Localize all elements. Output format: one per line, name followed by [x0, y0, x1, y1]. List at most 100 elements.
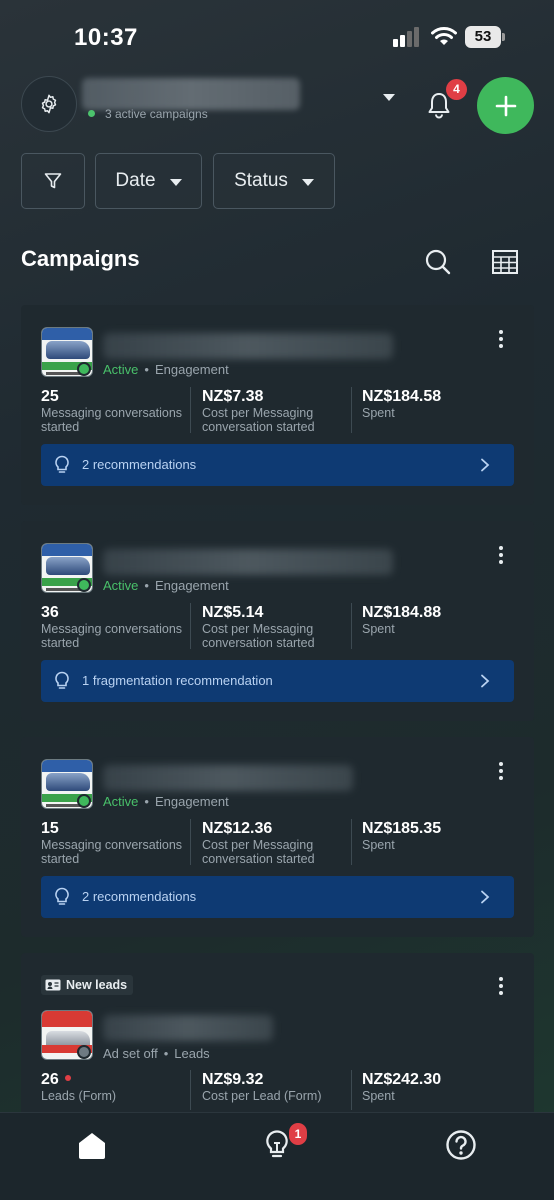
more-options-icon[interactable]	[491, 975, 511, 997]
recommendations-button[interactable]: 2 recommendations	[41, 876, 514, 918]
recommendations-button[interactable]: 2 recommendations	[41, 444, 514, 486]
metric-value: NZ$184.88	[362, 604, 442, 621]
campaign-status: Active	[103, 794, 139, 809]
metric-value: NZ$184.58	[362, 388, 442, 405]
metric-label: Cost per Messaging conversation started	[202, 622, 315, 650]
new-leads-tag: New leads	[41, 975, 134, 995]
notifications-badge: 4	[446, 79, 467, 100]
status-indicator	[77, 1045, 91, 1059]
funnel-icon	[44, 173, 62, 189]
metric-label: Messaging conversations started	[41, 406, 183, 434]
help-icon	[446, 1130, 476, 1160]
metric-spent: NZ$242.30 Spent	[362, 1070, 512, 1103]
status-indicator	[77, 362, 91, 376]
campaign-card[interactable]: Active • Engagement 25 Messaging conversat…	[21, 305, 534, 505]
more-options-icon[interactable]	[491, 328, 511, 350]
lightbulb-icon	[55, 671, 69, 689]
metric-value: NZ$242.30	[362, 1071, 442, 1088]
campaign-name-redacted	[103, 1015, 273, 1041]
recommendations-label: 2 recommendations	[82, 457, 197, 472]
metric-label: Spent	[362, 622, 395, 636]
campaign-card[interactable]: New leads Ad set off • Leads 26 Leads (For…	[21, 953, 534, 1123]
metric-label: Spent	[362, 406, 395, 420]
campaign-status-line: Active • Engagement	[103, 578, 229, 593]
cellular-signal-icon	[393, 27, 419, 47]
metric-value: 25	[41, 388, 59, 405]
active-campaigns-count: 3 active campaigns	[105, 107, 208, 121]
filter-button[interactable]	[21, 153, 85, 209]
metric-spent: NZ$184.58 Spent	[362, 387, 512, 420]
create-campaign-button[interactable]	[477, 77, 534, 134]
bottom-navigation: 1	[0, 1112, 554, 1200]
metric-cost-per-result: NZ$5.14 Cost per Messaging conversation …	[202, 603, 352, 650]
id-card-icon	[45, 979, 61, 991]
active-indicator	[88, 110, 95, 117]
table-view-icon[interactable]	[491, 249, 519, 275]
metric-label: Messaging conversations started	[41, 622, 183, 650]
account-dropdown-icon[interactable]	[383, 94, 395, 101]
campaign-status: Active	[103, 578, 139, 593]
recommendations-label: 1 fragmentation recommendation	[82, 673, 273, 688]
status-indicator	[77, 794, 91, 808]
campaign-name-redacted	[103, 549, 393, 575]
campaign-status: Active	[103, 362, 139, 377]
more-options-icon[interactable]	[491, 544, 511, 566]
status-time: 10:37	[74, 24, 138, 51]
campaign-card[interactable]: Active • Engagement 15 Messaging conversat…	[21, 737, 534, 937]
campaign-objective: Engagement	[154, 362, 229, 377]
battery-level: 53	[465, 26, 501, 48]
metric-value: 15	[41, 820, 59, 837]
metric-label: Cost per Messaging conversation started	[202, 838, 315, 866]
metric-value: 26	[41, 1071, 59, 1088]
metric-value: NZ$5.14	[202, 604, 264, 621]
campaign-card[interactable]: Active • Engagement 36 Messaging conversat…	[21, 521, 534, 721]
recommendations-badge: 1	[289, 1123, 307, 1145]
campaign-status-line: Ad set off • Leads	[103, 1046, 210, 1061]
chevron-right-icon	[481, 890, 490, 904]
settings-button[interactable]	[21, 76, 77, 132]
metric-value: NZ$7.38	[202, 388, 264, 405]
campaign-name-redacted	[103, 333, 393, 359]
lightbulb-icon	[266, 1130, 288, 1158]
plus-icon	[495, 95, 516, 116]
chevron-right-icon	[481, 674, 490, 688]
gear-icon	[41, 94, 57, 114]
more-options-icon[interactable]	[491, 760, 511, 782]
metric-cost-per-result: NZ$7.38 Cost per Messaging conversation …	[202, 387, 352, 434]
metric-spent: NZ$184.88 Spent	[362, 603, 512, 636]
campaign-status-line: Active • Engagement	[103, 794, 229, 809]
metric-results: 36 Messaging conversations started	[41, 603, 191, 650]
campaign-name-redacted	[103, 765, 353, 791]
metric-label: Cost per Messaging conversation started	[202, 406, 315, 434]
search-icon[interactable]	[424, 248, 452, 276]
status-bar: 10:37 53	[0, 0, 554, 70]
home-icon	[79, 1133, 105, 1159]
recommendations-button[interactable]: 1 fragmentation recommendation	[41, 660, 514, 702]
metric-label: Messaging conversations started	[41, 838, 183, 866]
recommendations-label: 2 recommendations	[82, 889, 197, 904]
nav-help[interactable]	[443, 1127, 479, 1163]
new-leads-label: New leads	[66, 978, 128, 992]
page-title: Campaigns	[21, 246, 140, 271]
nav-home[interactable]	[74, 1127, 110, 1163]
campaign-status-line: Active • Engagement	[103, 362, 229, 377]
metric-results: 26 Leads (Form)	[41, 1070, 191, 1103]
battery-icon: 53	[465, 26, 505, 48]
metric-label: Leads (Form)	[41, 1089, 117, 1103]
metric-results: 25 Messaging conversations started	[41, 387, 191, 434]
date-filter-button[interactable]: Date	[95, 153, 202, 209]
metric-label: Cost per Lead (Form)	[202, 1089, 322, 1103]
lightbulb-icon	[55, 455, 69, 473]
metric-value: 36	[41, 604, 59, 621]
status-filter-button[interactable]: Status	[213, 153, 335, 209]
chevron-down-icon	[301, 179, 314, 186]
chevron-down-icon	[169, 179, 182, 186]
new-lead-indicator	[64, 1075, 71, 1082]
campaign-status: Ad set off	[103, 1046, 158, 1061]
campaign-objective: Engagement	[154, 794, 229, 809]
metric-spent: NZ$185.35 Spent	[362, 819, 512, 852]
account-name-redacted[interactable]	[82, 78, 300, 110]
date-filter-label: Date	[115, 170, 156, 191]
chevron-right-icon	[481, 458, 490, 472]
lightbulb-icon	[55, 887, 69, 905]
